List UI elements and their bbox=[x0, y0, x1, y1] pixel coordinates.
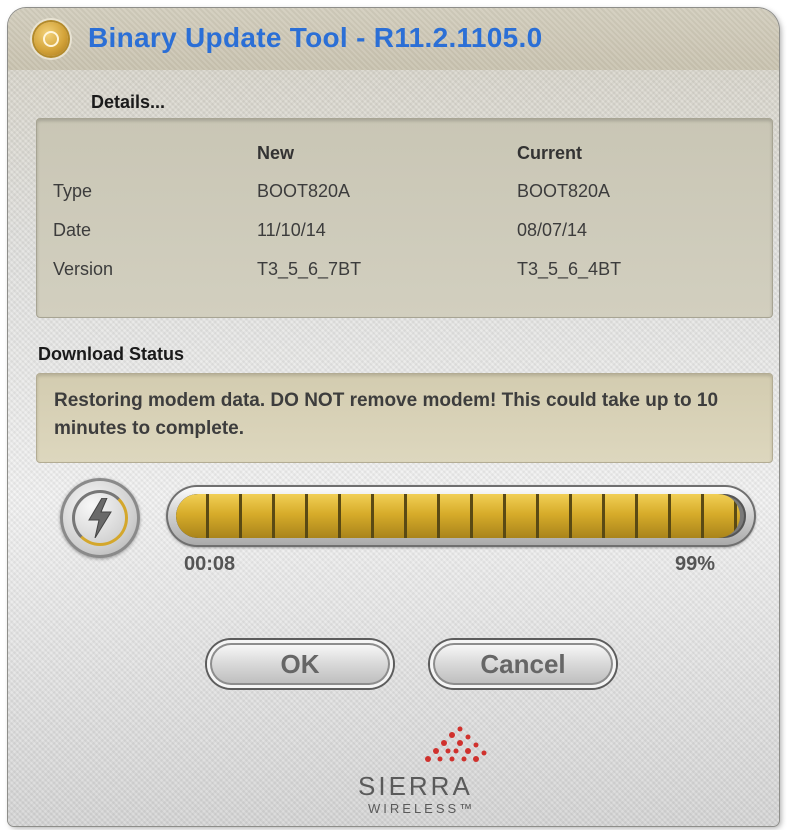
app-logo-icon bbox=[34, 22, 68, 56]
version-current-value: T3_5_6_4BT bbox=[517, 259, 622, 279]
sierra-logo-mark-icon bbox=[425, 726, 487, 762]
status-message: Restoring modem data. DO NOT remove mode… bbox=[54, 390, 719, 439]
logo-subtitle: WIRELESS™ bbox=[368, 801, 476, 816]
cancel-button[interactable]: Cancel bbox=[430, 640, 616, 688]
details-label: Details... bbox=[91, 92, 166, 112]
date-current-value: 08/07/14 bbox=[517, 220, 588, 240]
type-new-value: BOOT820A bbox=[257, 181, 351, 201]
update-status-icon bbox=[60, 478, 140, 558]
version-new-value: T3_5_6_7BT bbox=[257, 259, 362, 279]
status-message-panel: Restoring modem data. DO NOT remove mode… bbox=[36, 373, 773, 463]
ok-button[interactable]: OK bbox=[207, 640, 393, 688]
row-label-version: Version bbox=[53, 259, 114, 279]
date-new-value: 11/10/14 bbox=[257, 220, 326, 240]
logo-wordmark: SIERRA bbox=[358, 771, 473, 801]
type-current-value: BOOT820A bbox=[517, 181, 611, 201]
sierra-wireless-logo: SIERRA WIRELESS™ bbox=[338, 723, 498, 818]
row-label-date: Date bbox=[53, 220, 92, 240]
lightning-bolt-icon bbox=[88, 498, 112, 538]
details-panel: New Current Type BOOT820A BOOT820A Date … bbox=[36, 118, 773, 318]
progress-bar bbox=[166, 485, 756, 547]
column-header-new: New bbox=[257, 143, 295, 163]
download-status-label: Download Status bbox=[38, 344, 185, 364]
row-label-type: Type bbox=[53, 181, 93, 201]
progress-fill bbox=[176, 494, 741, 538]
progress-percent: 99% bbox=[675, 553, 716, 575]
title-bar[interactable]: Binary Update Tool - R11.2.1105.0 bbox=[8, 8, 779, 70]
binary-update-dialog: Binary Update Tool - R11.2.1105.0 Detail… bbox=[8, 8, 779, 826]
column-header-current: Current bbox=[517, 143, 583, 163]
progress-track bbox=[176, 494, 746, 538]
elapsed-time: 00:08 bbox=[184, 553, 236, 575]
window-title: Binary Update Tool - R11.2.1105.0 bbox=[88, 22, 543, 53]
